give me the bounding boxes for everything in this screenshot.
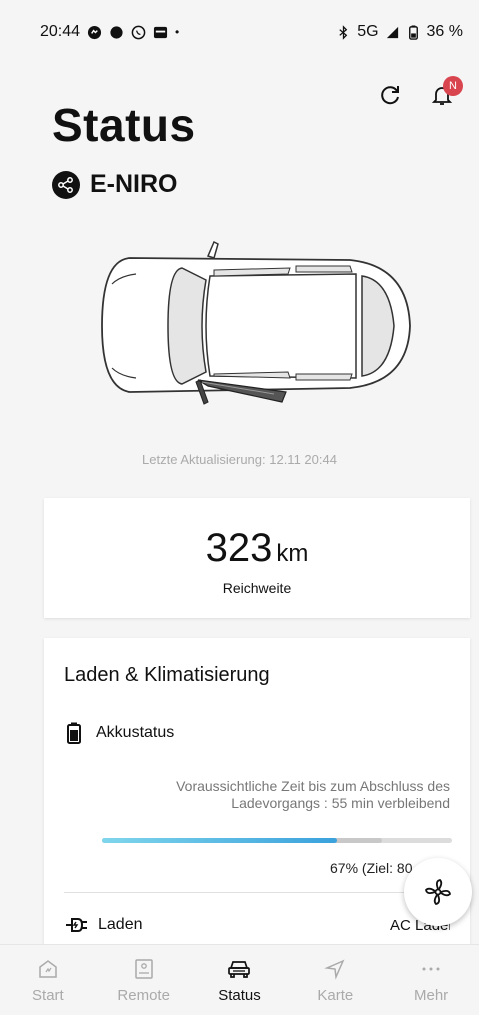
range-unit: km (276, 540, 309, 567)
more-icon (419, 957, 443, 981)
nav-item-status[interactable]: Status (192, 945, 288, 1015)
status-bar: 20:44 • 5G 36 % (0, 0, 479, 64)
laden-row[interactable]: Laden AC Laden (64, 916, 450, 934)
page-title: Status (52, 99, 196, 151)
refresh-icon (381, 86, 399, 105)
refresh-button[interactable] (377, 82, 403, 108)
vehicle-name: E-NIRO (90, 170, 178, 198)
range-card: 323 km Reichweite (44, 498, 470, 618)
notification-badge: N (443, 76, 463, 96)
range-value: 323 (205, 526, 273, 570)
nav-label-mehr: Mehr (413, 986, 449, 1004)
battery-percent: 36 % (426, 23, 463, 40)
car-icon (227, 957, 251, 981)
network-label: 5G (357, 23, 379, 40)
divider (64, 892, 450, 893)
charge-current-level (102, 838, 337, 843)
climate-fan-button[interactable] (404, 858, 472, 926)
battery-status-icon (408, 24, 418, 40)
bottom-navigation: Start Remote Status Karte Mehr (0, 944, 479, 1015)
remote-icon (132, 957, 156, 981)
notifications-button[interactable]: N (429, 76, 463, 108)
dot-indicator: • (175, 25, 180, 39)
nav-label-start: Start (32, 986, 64, 1004)
nav-item-start[interactable]: Start (0, 945, 96, 1015)
battery-icon (67, 722, 81, 744)
range-value-row: 323 km (44, 526, 470, 571)
kia-connect-icon (153, 26, 168, 38)
plug-icon (66, 918, 87, 932)
battery-status-row: Akkustatus (66, 722, 174, 744)
clock: 20:44 (40, 23, 81, 40)
charging-climate-card: Laden & Klimatisierung Akkustatus Voraus… (44, 638, 470, 958)
chat-bubble-icon (110, 25, 123, 39)
section-title: Laden & Klimatisierung (64, 664, 270, 686)
nav-label-remote: Remote (117, 986, 170, 1004)
messenger-icon (87, 25, 102, 39)
range-label: Reichweite (222, 580, 292, 596)
nav-item-mehr[interactable]: Mehr (383, 945, 479, 1015)
header-actions: N (377, 76, 463, 108)
nav-label-status: Status (218, 986, 261, 1004)
nav-item-karte[interactable]: Karte (287, 945, 383, 1015)
battery-status-label: Akkustatus (96, 724, 175, 741)
vehicle-selector[interactable]: E-NIRO (52, 170, 178, 199)
fan-icon (425, 879, 451, 905)
bluetooth-icon (339, 24, 348, 40)
car-top-view-illustration (101, 240, 411, 405)
last-update-text: Letzte Aktualisierung: 12.11 20:44 (142, 452, 337, 467)
nav-item-remote[interactable]: Remote (96, 945, 192, 1015)
nav-label-karte: Karte (317, 986, 354, 1004)
laden-label: Laden (98, 916, 143, 933)
signal-icon (386, 26, 398, 38)
charge-eta-text: Voraussichtliche Zeit bis zum Abschluss … (176, 778, 450, 811)
whatsapp-icon (131, 25, 146, 39)
navigation-icon (323, 957, 347, 981)
share-icon[interactable] (52, 170, 80, 199)
charge-progress-bar (102, 838, 452, 843)
home-icon (36, 957, 60, 981)
